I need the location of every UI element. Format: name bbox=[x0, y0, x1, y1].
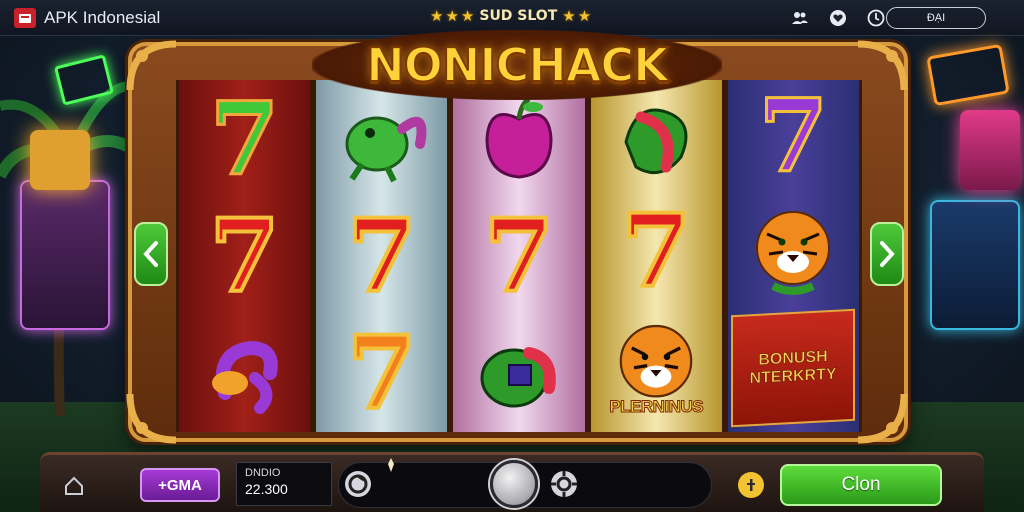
symbol-seven-red: 7 bbox=[619, 192, 693, 310]
reel-4: 7 PLERNINUS bbox=[590, 80, 722, 432]
balance-value: 22.300 bbox=[245, 481, 288, 497]
slot-label: ★ ★ ★ SUD SLOT ★ ★ bbox=[430, 7, 591, 25]
reel-2: 7 7 bbox=[316, 80, 448, 432]
tiger-caption: PLERNINUS bbox=[609, 397, 704, 417]
settings-button[interactable] bbox=[546, 466, 582, 502]
symbol-bonus-banner: BONUSH NTERKRTY bbox=[729, 308, 857, 428]
balance-display: DNDIO 22.300 bbox=[236, 462, 332, 506]
bonus-banner: BONUSH NTERKRTY bbox=[731, 308, 856, 428]
reel-1: 7 7 bbox=[179, 80, 311, 432]
arcade-cabinet-right-2 bbox=[960, 110, 1020, 190]
clock-icon[interactable] bbox=[866, 8, 886, 28]
reels-area: 7 7 7 7 7 7 PLERNINUS 7 BONUSH NTERKRTY bbox=[176, 80, 862, 432]
arcade-cabinet-right bbox=[930, 200, 1020, 330]
balance-label: DNDIO bbox=[245, 467, 281, 479]
frame-corner-ornament bbox=[126, 393, 177, 444]
slot-label-text: SUD SLOT bbox=[479, 8, 558, 24]
arcade-cabinet-left bbox=[20, 180, 110, 330]
symbol-frog-green bbox=[330, 89, 434, 189]
autoplay-button[interactable] bbox=[340, 466, 376, 502]
reel-3: 7 bbox=[453, 80, 585, 432]
settings-icon bbox=[551, 471, 577, 497]
symbol-tiger bbox=[741, 198, 845, 298]
marker-icon bbox=[388, 458, 394, 472]
top-right-button[interactable]: ĐẠI bbox=[886, 7, 986, 29]
info-button[interactable] bbox=[738, 472, 764, 498]
heart-icon[interactable] bbox=[828, 8, 848, 28]
next-arrow-button[interactable] bbox=[870, 222, 904, 286]
home-icon bbox=[65, 476, 83, 495]
reel-5: 7 BONUSH NTERKRTY bbox=[727, 80, 860, 432]
bonus-line-2: NTERKRTY bbox=[749, 365, 838, 388]
top-icons bbox=[790, 8, 886, 28]
info-icon bbox=[747, 479, 755, 491]
symbol-candy-purple bbox=[193, 323, 297, 423]
neon-sign-right bbox=[926, 43, 1010, 107]
users-icon[interactable] bbox=[790, 8, 810, 28]
frame-corner-ornament bbox=[126, 40, 177, 91]
previous-arrow-button[interactable] bbox=[134, 222, 168, 286]
symbol-apple-purple bbox=[467, 89, 571, 189]
home-button[interactable] bbox=[60, 472, 88, 500]
autoplay-icon bbox=[345, 471, 371, 497]
star-icon: ★ bbox=[562, 7, 576, 25]
game-title: NONICHACK bbox=[365, 37, 669, 93]
symbol-seven-red: 7 bbox=[345, 196, 419, 315]
symbol-fruit-green bbox=[604, 87, 708, 187]
app-title: APK Indonesial bbox=[44, 7, 161, 27]
symbol-seven-green: 7 bbox=[208, 80, 281, 198]
star-icon: ★ bbox=[577, 7, 592, 25]
symbol-seven-purple: 7 bbox=[757, 80, 830, 195]
symbol-fruit-green bbox=[467, 323, 571, 423]
spin-action-button[interactable]: Clon bbox=[780, 464, 942, 506]
purple-action-button[interactable]: +GMA bbox=[140, 468, 220, 502]
symbol-tiger-plerninus: PLERNINUS bbox=[598, 315, 714, 425]
symbol-seven-red: 7 bbox=[482, 196, 556, 315]
spin-button[interactable] bbox=[490, 460, 538, 508]
app-logo-icon bbox=[14, 7, 36, 28]
symbol-seven-orange: 7 bbox=[345, 314, 419, 432]
symbol-seven-red: 7 bbox=[208, 196, 282, 315]
chevron-right-icon bbox=[880, 241, 895, 267]
star-icon: ★ bbox=[445, 7, 459, 25]
arcade-cabinet-left-2 bbox=[30, 130, 90, 190]
star-icon: ★ bbox=[460, 7, 475, 25]
star-icon: ★ bbox=[430, 7, 444, 25]
chevron-left-icon bbox=[143, 241, 158, 267]
game-title-banner: NONICHACK bbox=[312, 30, 722, 100]
